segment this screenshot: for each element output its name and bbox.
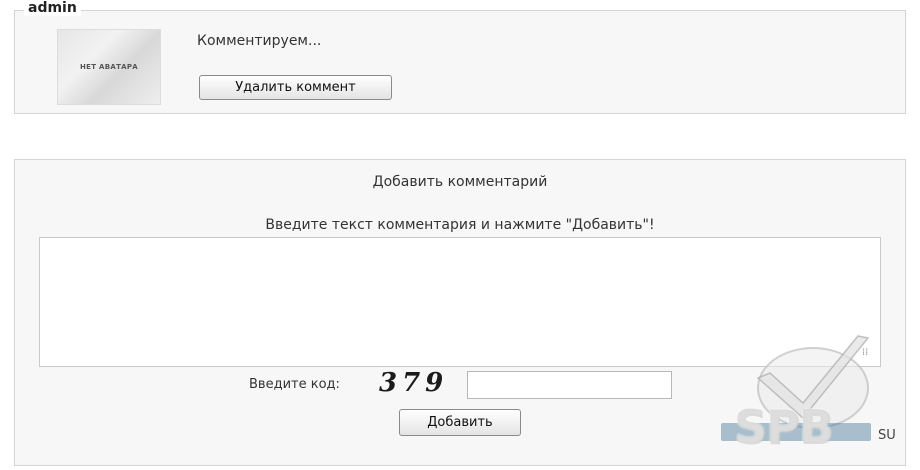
avatar-placeholder-text: НЕТ АВАТАРА <box>79 63 139 71</box>
delete-comment-button[interactable]: Удалить коммент <box>199 75 392 100</box>
submit-comment-button[interactable]: Добавить <box>399 409 521 436</box>
watermark-logo: SPB <box>734 400 834 454</box>
comment-text: Комментируем... <box>197 33 322 49</box>
avatar: НЕТ АВАТАРА <box>57 29 161 105</box>
captcha-label: Введите код: <box>249 377 340 392</box>
captcha-image: 379 <box>379 368 449 398</box>
comment-author: admin <box>24 0 81 16</box>
add-comment-hint: Введите текст комментария и нажмите "Доб… <box>265 217 655 233</box>
comments-page: admin НЕТ АВАТАРА Комментируем... Удалит… <box>0 0 920 470</box>
watermark-suffix: SU <box>878 428 896 443</box>
captcha-input[interactable] <box>467 371 672 399</box>
add-comment-title: Добавить комментарий <box>372 174 548 190</box>
